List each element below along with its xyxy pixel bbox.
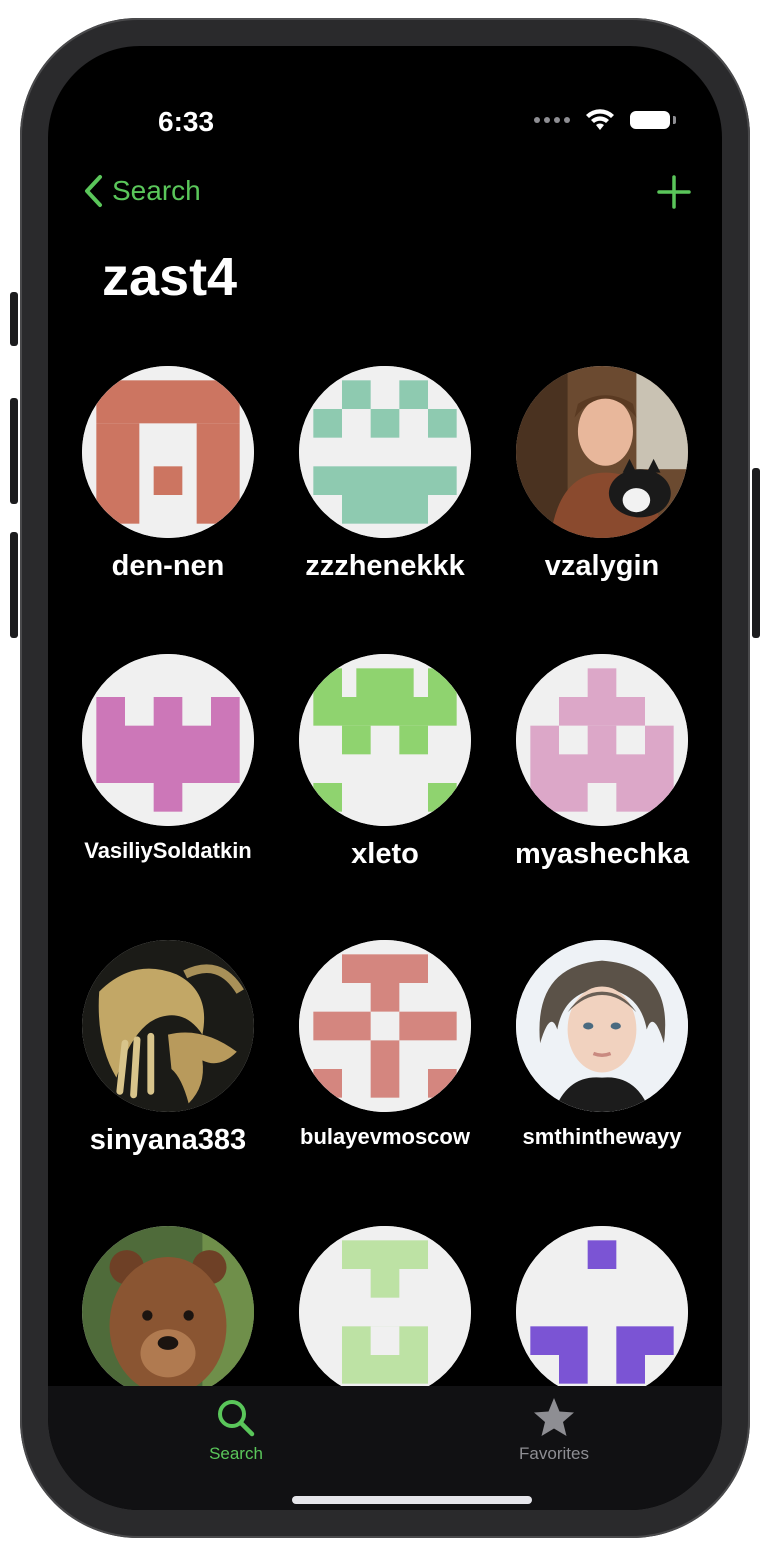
screen: 6:33 Search zast4 den-nen zzzhenekkk vza… bbox=[48, 46, 722, 1510]
username: den-nen bbox=[111, 550, 225, 582]
tab-favorites-label: Favorites bbox=[519, 1444, 589, 1463]
tab-favorites[interactable]: Favorites bbox=[494, 1396, 614, 1464]
username: VasiliySoldatkin bbox=[84, 838, 252, 863]
magnifier-icon bbox=[218, 1400, 255, 1437]
user-cell[interactable]: zzzhenekkk bbox=[285, 366, 485, 583]
avatar bbox=[516, 366, 688, 538]
avatar bbox=[516, 940, 688, 1112]
tab-search-label: Search bbox=[209, 1444, 263, 1463]
user-cell[interactable]: sinyana383 bbox=[68, 940, 268, 1157]
home-indicator bbox=[292, 1496, 532, 1504]
username: bulayevmoscow bbox=[300, 1124, 470, 1149]
user-cell[interactable] bbox=[285, 1226, 485, 1410]
username: vzalygin bbox=[544, 550, 660, 582]
avatar bbox=[299, 1226, 471, 1398]
user-cell[interactable]: myashechka bbox=[502, 654, 702, 871]
tab-bar: Search Favorites bbox=[48, 1386, 722, 1510]
avatar bbox=[82, 366, 254, 538]
avatar bbox=[516, 1226, 688, 1398]
user-cell[interactable] bbox=[502, 1226, 702, 1410]
avatar bbox=[299, 366, 471, 538]
user-cell[interactable]: bulayevmoscow bbox=[285, 940, 485, 1150]
volume-down-button bbox=[10, 532, 18, 638]
avatar bbox=[82, 654, 254, 826]
tab-search[interactable]: Search bbox=[176, 1396, 296, 1464]
user-cell[interactable]: VasiliySoldatkin bbox=[68, 654, 268, 864]
avatar bbox=[299, 654, 471, 826]
avatar bbox=[82, 1226, 254, 1398]
user-cell[interactable]: smthinthewayy bbox=[502, 940, 702, 1150]
user-cell[interactable]: den-nen bbox=[68, 366, 268, 583]
user-grid: den-nen zzzhenekkk vzalygin VasiliySolda… bbox=[48, 46, 722, 1398]
username: zzzhenekkk bbox=[305, 550, 465, 582]
avatar bbox=[299, 940, 471, 1112]
avatar bbox=[516, 654, 688, 826]
star-icon bbox=[534, 1398, 574, 1436]
username: sinyana383 bbox=[89, 1124, 247, 1156]
mute-switch bbox=[10, 292, 18, 346]
user-cell[interactable]: xleto bbox=[285, 654, 485, 871]
username: myashechka bbox=[514, 838, 690, 870]
user-cell[interactable] bbox=[68, 1226, 268, 1410]
username: smthinthewayy bbox=[522, 1124, 682, 1149]
username: xleto bbox=[351, 838, 419, 870]
volume-up-button bbox=[10, 398, 18, 504]
user-cell[interactable]: vzalygin bbox=[502, 366, 702, 583]
device-frame: 6:33 Search zast4 den-nen zzzhenekkk vza… bbox=[10, 18, 760, 1538]
avatar bbox=[82, 940, 254, 1112]
power-button bbox=[752, 468, 760, 638]
